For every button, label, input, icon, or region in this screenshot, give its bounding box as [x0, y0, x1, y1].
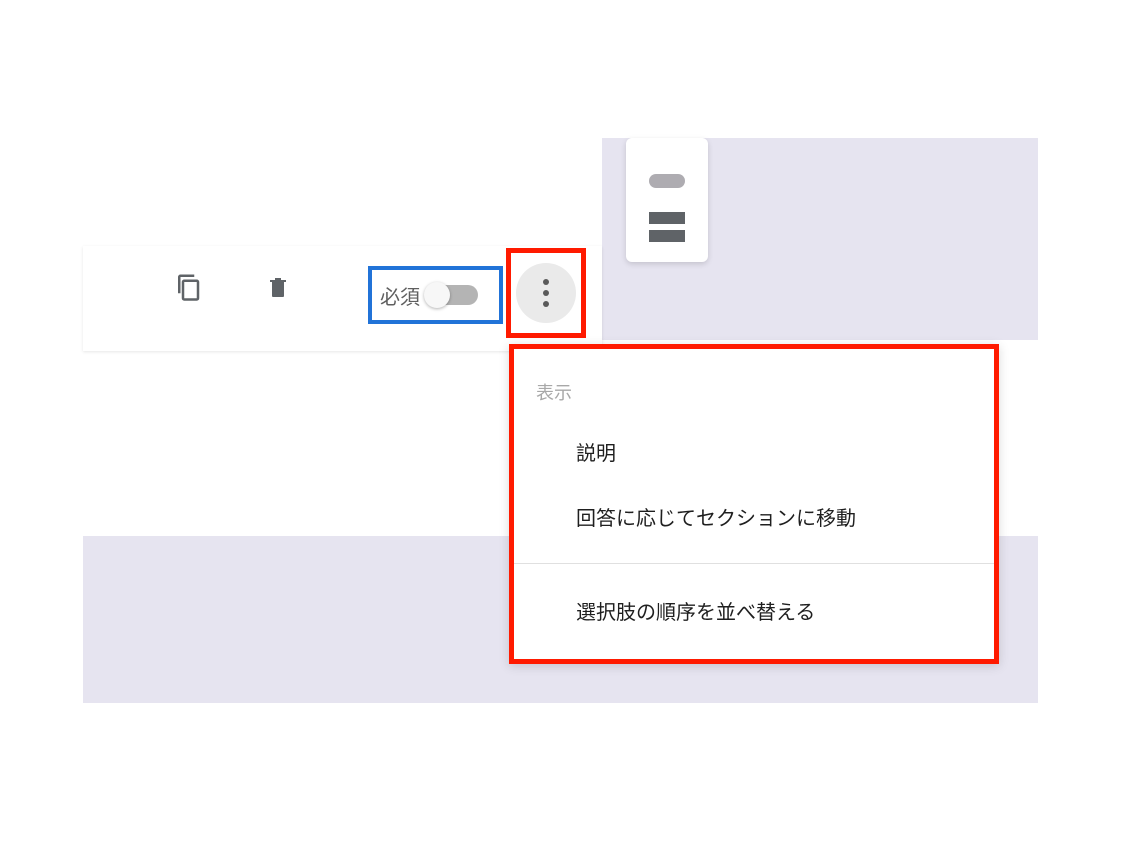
menu-item-goto-section[interactable]: 回答に応じてセクションに移動 — [514, 484, 994, 549]
more-button[interactable] — [516, 263, 576, 323]
copy-button[interactable] — [173, 272, 203, 302]
more-options-menu: 表示 説明 回答に応じてセクションに移動 選択肢の順序を並べ替える — [509, 344, 999, 664]
copy-icon — [173, 272, 203, 302]
required-toggle-highlight: 必須 — [368, 266, 503, 324]
floating-side-toolbar — [626, 138, 708, 262]
toggle-knob — [424, 282, 450, 308]
required-toggle[interactable] — [426, 285, 478, 305]
rounded-button-icon[interactable] — [649, 174, 685, 188]
required-label: 必須 — [380, 281, 420, 310]
more-vertical-icon — [543, 279, 549, 285]
menu-item-shuffle-options[interactable]: 選択肢の順序を並べ替える — [514, 578, 994, 643]
delete-button[interactable] — [263, 272, 293, 302]
menu-section-header: 表示 — [514, 349, 994, 419]
trash-icon — [266, 273, 290, 301]
menu-item-description[interactable]: 説明 — [514, 419, 994, 484]
add-section-button[interactable] — [649, 212, 685, 242]
menu-divider — [514, 563, 994, 564]
two-rows-icon — [649, 212, 685, 224]
more-button-highlight — [506, 248, 586, 338]
